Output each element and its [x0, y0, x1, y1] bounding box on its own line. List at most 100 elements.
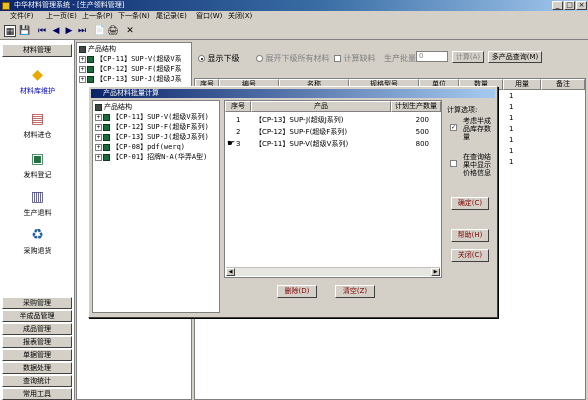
tree-root[interactable]: 产品结构: [79, 45, 116, 54]
qty-cell[interactable]: 800: [391, 139, 429, 150]
close-button[interactable]: ×: [576, 1, 587, 10]
tree-item[interactable]: + 【CP-12】SUP-F(超级F系列): [95, 123, 209, 132]
help-button[interactable]: 帮助(H): [451, 229, 489, 242]
nav-btn-data[interactable]: 数据处理: [2, 362, 72, 374]
usage-cell[interactable]: 1: [509, 124, 513, 135]
nav-item-issue-register[interactable]: ▣ 发料登记: [0, 150, 75, 180]
menu-close[interactable]: 关闭(X): [228, 11, 252, 22]
menu-prev-record[interactable]: 上一条(P): [82, 11, 113, 22]
grid-icon[interactable]: ▦: [4, 25, 16, 37]
scroll-right-icon[interactable]: ▶: [431, 268, 440, 276]
show-children-radio[interactable]: 显示下级: [198, 53, 240, 64]
nav-btn-finished[interactable]: 成品管理: [2, 323, 72, 335]
nav-btn-tools[interactable]: 常用工具: [2, 388, 72, 400]
next-icon[interactable]: ▶: [63, 25, 75, 37]
expand-icon[interactable]: +: [95, 133, 102, 141]
menu-file[interactable]: 文件(F): [10, 11, 34, 22]
usage-cell[interactable]: 1: [509, 113, 513, 124]
expand-icon[interactable]: +: [79, 75, 86, 83]
opt-include-semi-checkbox[interactable]: ✓: [450, 123, 457, 132]
nav-item-material-in[interactable]: ▤ 材料进仓: [0, 110, 75, 140]
horizontal-scrollbar[interactable]: ◀ ▶: [226, 267, 440, 276]
calc-button[interactable]: 计算(A): [452, 51, 484, 63]
nav-btn-purchase[interactable]: 采购管理: [2, 297, 72, 309]
expand-icon[interactable]: +: [95, 113, 102, 121]
print-icon[interactable]: 🖨: [107, 25, 119, 37]
expand-icon[interactable]: +: [79, 55, 86, 63]
nav-btn-reports[interactable]: 报表管理: [2, 336, 72, 348]
dialog-product-tree[interactable]: 产品结构 + 【CP-11】SUP-V(超级V系列) + 【CP-12】SUP-F(…: [92, 100, 220, 313]
menu-next-record[interactable]: 下一条(N): [118, 11, 150, 22]
menu-bar: 文件(F) 上一页(E) 上一条(P) 下一条(N) 尾记录(E) 窗口(W) …: [0, 11, 588, 22]
minimize-button[interactable]: _: [552, 1, 563, 10]
product-cell[interactable]: 【CP-12】SUP-F(超级F系列): [255, 127, 347, 138]
nav-item-purchase-return[interactable]: ♻ 采购退货: [0, 226, 75, 256]
opt-include-semi-label: 考虑半成品库存数量: [463, 117, 491, 141]
menu-last-record[interactable]: 尾记录(E): [156, 11, 187, 22]
col-header[interactable]: 用量: [503, 79, 541, 90]
plan-grid[interactable]: 序号 产品 计划生产数量 1 【CP-13】SUP-J(超级J系列) 200 2…: [224, 100, 442, 278]
product-cell[interactable]: 【CP-11】SUP-V(超级V系列): [255, 139, 348, 150]
delete-button[interactable]: 删除(D): [277, 285, 317, 298]
tree-item[interactable]: + 【CP-13】SUP-J(超级J系: [79, 75, 182, 84]
nav-btn-query[interactable]: 查询统计: [2, 375, 72, 387]
tree-item-label: 【CP-13】SUP-J(超级J系: [96, 75, 182, 83]
prev-icon[interactable]: ◀: [50, 25, 62, 37]
tree-item[interactable]: + 【CP-13】SUP-J(超级J系列): [95, 133, 209, 142]
nav-btn-documents[interactable]: 单据管理: [2, 349, 72, 361]
tree-item[interactable]: + 【CP-11】SUP-V(超级V系: [79, 55, 182, 64]
opt-show-price-checkbox[interactable]: [450, 159, 457, 168]
confirm-button[interactable]: 确定(C): [451, 197, 489, 210]
page-icon[interactable]: 📄: [94, 25, 106, 37]
nav-label: 采购退货: [23, 247, 52, 255]
multi-product-query-button[interactable]: 多产品查询(M): [488, 51, 542, 63]
qty-cell[interactable]: 500: [391, 127, 429, 138]
usage-cell[interactable]: 1: [509, 102, 513, 113]
expand-icon[interactable]: +: [79, 65, 86, 73]
usage-cell[interactable]: 1: [509, 91, 513, 102]
tree-root-label: 产品结构: [104, 103, 132, 111]
menu-prev-page[interactable]: 上一页(E): [46, 11, 77, 22]
save-icon[interactable]: 💾: [19, 25, 31, 37]
last-icon[interactable]: ⏭: [76, 25, 88, 37]
nav-btn-semi-finished[interactable]: 半成品管理: [2, 310, 72, 322]
col-header-product[interactable]: 产品: [251, 101, 391, 112]
expand-all-radio[interactable]: 展开下级所有材料: [256, 53, 330, 64]
calc-shortage-checkbox[interactable]: 计算缺料: [334, 53, 376, 64]
tree-item[interactable]: + 【CP-08】pdf(werq): [95, 143, 185, 152]
checkbox-icon: [334, 55, 341, 62]
tree-item[interactable]: + 【CP-11】SUP-V(超级V系列): [95, 113, 209, 122]
close-dialog-button[interactable]: 关闭(C): [451, 249, 489, 262]
tree-item-label: 【CP-08】pdf(werq): [112, 143, 186, 151]
delete-icon[interactable]: ✕: [124, 25, 136, 37]
scroll-left-icon[interactable]: ◀: [226, 268, 235, 276]
qty-cell[interactable]: 200: [391, 115, 429, 126]
maximize-button[interactable]: □: [564, 1, 575, 10]
expand-icon[interactable]: +: [95, 123, 102, 131]
product-cell[interactable]: 【CP-13】SUP-J(超级J系列): [255, 115, 344, 126]
menu-window[interactable]: 窗口(W): [196, 11, 222, 22]
col-header-seq[interactable]: 序号: [225, 101, 251, 112]
nav-item-material-library[interactable]: ◆ 材料库维护: [0, 66, 75, 96]
product-icon: [103, 133, 110, 141]
usage-cell[interactable]: 1: [509, 146, 513, 157]
usage-cell[interactable]: 1: [509, 157, 513, 168]
left-nav-panel: 材料管理 ◆ 材料库维护 ▤ 材料进仓 ▣ 发料登记 ▥ 生产退料 ♻ 采购退货…: [0, 40, 75, 400]
batch-input[interactable]: 0: [416, 51, 448, 62]
tree-root[interactable]: 产品结构: [95, 103, 132, 112]
nav-item-production-return[interactable]: ▥ 生产退料: [0, 188, 75, 218]
batch-calc-dialog: 产品材料批量计算 产品结构 + 【CP-11】SUP-V(超级V系列) + 【CP-…: [88, 86, 498, 318]
clear-button[interactable]: 清空(Z): [335, 285, 375, 298]
expand-icon[interactable]: +: [95, 143, 102, 151]
expand-icon[interactable]: +: [95, 153, 102, 161]
usage-cell[interactable]: 1: [509, 135, 513, 146]
col-header[interactable]: 备注: [541, 79, 585, 90]
tree-item[interactable]: + 【CP-01】招牌N-A(华弄A型): [95, 153, 207, 162]
col-header-qty[interactable]: 计划生产数量: [391, 101, 441, 112]
first-icon[interactable]: ⏮: [36, 25, 48, 37]
nav-label: 生产退料: [23, 209, 52, 217]
clipboard-icon: ▣: [30, 151, 45, 167]
tree-item[interactable]: + 【CP-12】SUP-F(超级F系: [79, 65, 182, 74]
checkbox-label: 计算缺料: [343, 54, 376, 63]
left-panel-header[interactable]: 材料管理: [2, 44, 72, 57]
